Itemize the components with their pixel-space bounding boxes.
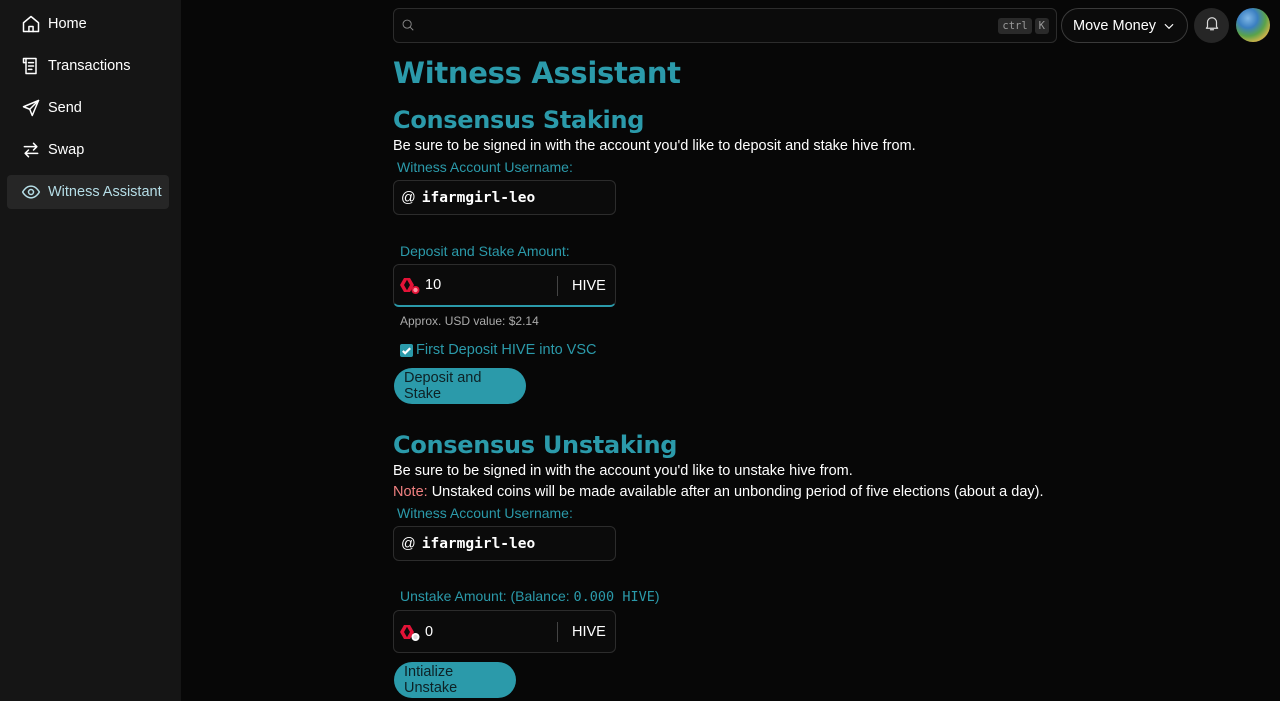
balance-value: 0.000 HIVE (573, 589, 655, 605)
checkbox-label: First Deposit HIVE into VSC (416, 342, 597, 358)
initialize-unstake-button[interactable]: Intialize Unstake (394, 662, 516, 698)
sidebar-item-label: Home (48, 16, 87, 32)
at-prefix: @ (401, 189, 416, 206)
receipt-icon (21, 56, 41, 76)
note-text: Unstaked coins will be made available af… (427, 484, 1044, 500)
unstaking-note: Note: Unstaked coins will be made availa… (393, 484, 1044, 500)
hive-logo-icon (397, 620, 421, 644)
unstaking-amount-label: Unstake Amount: (Balance: 0.000 HIVE) (400, 588, 660, 605)
unstaking-username-input[interactable] (421, 535, 612, 552)
first-deposit-checkbox-row[interactable]: First Deposit HIVE into VSC (400, 342, 597, 358)
home-icon (21, 14, 41, 34)
search-bar[interactable]: ctrl K (393, 8, 1057, 43)
first-deposit-checkbox[interactable] (400, 343, 413, 357)
staking-description: Be sure to be signed in with the account… (393, 138, 916, 154)
sidebar-item-label: Transactions (48, 58, 131, 74)
staking-username-field[interactable]: @ (393, 180, 616, 215)
unstaking-amount-field[interactable]: HIVE (393, 610, 616, 653)
currency-unit: HIVE (572, 278, 606, 294)
swap-icon (21, 140, 41, 160)
page-title: Witness Assistant (393, 56, 681, 90)
hive-logo-icon (397, 273, 421, 297)
sidebar-item-swap[interactable]: Swap (7, 133, 169, 167)
keyboard-shortcut: ctrl K (998, 18, 1049, 34)
staking-amount-field[interactable]: HIVE (393, 264, 616, 307)
note-label: Note: (393, 484, 428, 500)
move-money-label: Move Money (1073, 17, 1157, 34)
staking-heading: Consensus Staking (393, 106, 645, 134)
sidebar-item-label: Send (48, 100, 82, 116)
sidebar-item-home[interactable]: Home (7, 7, 169, 41)
approx-usd-value: Approx. USD value: $2.14 (400, 314, 539, 328)
unstaking-username-field[interactable]: @ (393, 526, 616, 561)
staking-amount-input[interactable] (425, 277, 555, 293)
bell-icon (1203, 14, 1221, 37)
at-prefix: @ (401, 535, 416, 552)
staking-username-input[interactable] (421, 189, 612, 206)
eye-icon (21, 182, 41, 202)
send-icon (21, 98, 41, 118)
notifications-button[interactable] (1194, 8, 1229, 43)
chevron-down-icon (1162, 19, 1176, 33)
sidebar-item-witness-assistant[interactable]: Witness Assistant (7, 175, 169, 209)
unstaking-heading: Consensus Unstaking (393, 431, 678, 459)
amount-label-suffix: ) (654, 588, 660, 604)
sidebar-item-transactions[interactable]: Transactions (7, 49, 169, 83)
unstaking-username-label: Witness Account Username: (397, 505, 573, 521)
move-money-button[interactable]: Move Money (1061, 8, 1188, 43)
search-icon (401, 18, 417, 34)
divider (557, 622, 558, 642)
divider (557, 276, 558, 296)
currency-unit: HIVE (572, 624, 606, 640)
deposit-and-stake-button[interactable]: Deposit and Stake (394, 368, 526, 404)
sidebar-item-label: Witness Assistant (48, 184, 162, 200)
sidebar: Home Transactions Send Swap Witness Assi… (0, 0, 181, 701)
shortcut-ctrl: ctrl (998, 18, 1032, 34)
shortcut-key: K (1034, 18, 1049, 34)
sidebar-item-label: Swap (48, 142, 85, 158)
unstaking-description: Be sure to be signed in with the account… (393, 463, 853, 479)
staking-username-label: Witness Account Username: (397, 159, 573, 175)
sidebar-item-send[interactable]: Send (7, 91, 169, 125)
staking-amount-label: Deposit and Stake Amount: (400, 243, 570, 259)
unstaking-amount-input[interactable] (425, 623, 555, 640)
avatar[interactable] (1236, 8, 1270, 42)
amount-label-prefix: Unstake Amount: (Balance: (400, 588, 574, 604)
